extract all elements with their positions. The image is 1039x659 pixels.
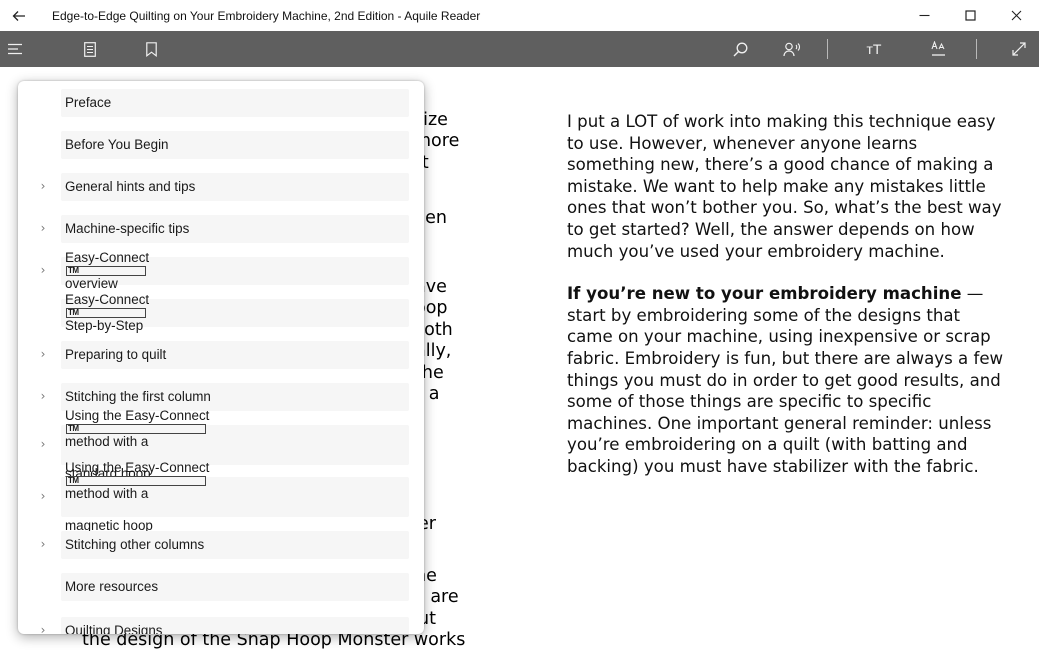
hamburger-menu-icon bbox=[8, 43, 22, 55]
window-controls bbox=[901, 0, 1039, 31]
trademark-mark: TM bbox=[66, 308, 147, 318]
toc-item-general-hints[interactable]: › General hints and tips bbox=[18, 173, 424, 201]
read-aloud-button[interactable] bbox=[778, 31, 806, 67]
back-button[interactable] bbox=[0, 0, 38, 31]
toc-item-label: Using the Easy-Connect bbox=[65, 408, 210, 423]
maximize-button[interactable] bbox=[947, 0, 993, 31]
reader-toolbar: тT bbox=[0, 31, 1039, 67]
close-button[interactable] bbox=[993, 0, 1039, 31]
toc-item-magnetic-hoop[interactable]: › Using the Easy-Connect TM method with am… bbox=[18, 460, 424, 533]
toc-item-label-suffix: method with a bbox=[65, 486, 149, 501]
bookmark-icon bbox=[145, 41, 157, 57]
toc-item-quilting-designs[interactable]: › Quilting Designs bbox=[18, 617, 424, 634]
table-of-contents-panel: Preface Before You Begin › General hints… bbox=[18, 81, 424, 634]
toc-item-label: Easy-Connect bbox=[65, 292, 150, 307]
toc-item-label: Quilting Designs bbox=[65, 623, 163, 634]
toc-item-label-suffix: overview bbox=[65, 276, 118, 291]
chevron-right-icon[interactable]: › bbox=[38, 437, 48, 451]
text-style-button[interactable] bbox=[926, 31, 950, 67]
toc-item-stitching-first-column[interactable]: › Stitching the first column bbox=[18, 383, 424, 411]
toc-item-standard-hoop[interactable]: › Using the Easy-Connect TM method with as… bbox=[18, 408, 424, 481]
trademark-mark: TM bbox=[66, 266, 147, 276]
window-title: Edge-to-Edge Quilting on Your Embroidery… bbox=[52, 8, 481, 23]
bold-lead: If you’re new to your embroidery machine bbox=[567, 284, 962, 304]
toc-item-preface[interactable]: Preface bbox=[18, 89, 424, 117]
chevron-right-icon[interactable]: › bbox=[38, 623, 48, 634]
toc-item-preparing-to-quilt[interactable]: › Preparing to quilt bbox=[18, 341, 424, 369]
fullscreen-icon bbox=[1012, 42, 1026, 56]
toc-item-label: Using the Easy-Connect bbox=[65, 460, 210, 475]
chevron-right-icon[interactable]: › bbox=[38, 389, 48, 403]
chevron-right-icon[interactable]: › bbox=[38, 179, 48, 193]
chevron-right-icon[interactable]: › bbox=[38, 347, 48, 361]
chevron-right-icon[interactable]: › bbox=[38, 263, 48, 277]
paragraph: If you’re new to your embroidery machine… bbox=[567, 283, 1007, 477]
toc-item-easy-connect-step-by-step[interactable]: Easy-Connect TM Step-by-Step bbox=[18, 292, 424, 333]
document-list-icon bbox=[84, 41, 96, 57]
toc-item-more-resources[interactable]: More resources bbox=[18, 573, 424, 601]
toc-item-label: Easy-Connect bbox=[65, 250, 150, 265]
toc-item-label: Stitching the first column bbox=[65, 389, 211, 404]
arrow-left-icon bbox=[12, 10, 25, 21]
toc-item-stitching-other-columns[interactable]: › Stitching other columns bbox=[18, 531, 424, 559]
minimize-button[interactable] bbox=[901, 0, 947, 31]
toc-item-before-you-begin[interactable]: Before You Begin bbox=[18, 131, 424, 159]
toc-toggle-button[interactable] bbox=[0, 31, 30, 67]
chevron-right-icon[interactable]: › bbox=[38, 221, 48, 235]
toc-item-machine-specific[interactable]: › Machine-specific tips bbox=[18, 215, 424, 243]
minimize-icon bbox=[919, 14, 929, 17]
toc-item-easy-connect-overview[interactable]: › Easy-Connect TM overview bbox=[18, 250, 424, 291]
toc-item-label: Stitching other columns bbox=[65, 537, 205, 552]
read-aloud-icon bbox=[783, 42, 801, 56]
toc-item-label: Before You Begin bbox=[65, 137, 169, 152]
toc-item-label-suffix: Step-by-Step bbox=[65, 318, 144, 333]
font-size-button[interactable]: тT bbox=[860, 31, 888, 67]
font-size-label: тT bbox=[866, 41, 882, 57]
paragraph: I put a LOT of work into making this tec… bbox=[567, 112, 1002, 261]
text-style-icon bbox=[930, 41, 945, 56]
paragraph-text: — start by embroidering some of the desi… bbox=[567, 284, 1004, 476]
maximize-icon bbox=[964, 10, 976, 21]
title-bar: Edge-to-Edge Quilting on Your Embroidery… bbox=[0, 0, 1039, 31]
chevron-right-icon[interactable]: › bbox=[38, 537, 48, 551]
search-button[interactable] bbox=[727, 31, 753, 67]
search-icon bbox=[733, 42, 747, 56]
trademark-mark: TM bbox=[66, 424, 207, 434]
toolbar-separator bbox=[976, 39, 977, 59]
toc-item-label: Preparing to quilt bbox=[65, 347, 167, 362]
chevron-right-icon[interactable]: › bbox=[38, 489, 48, 503]
bookmark-button[interactable] bbox=[138, 31, 164, 67]
trademark-mark: TM bbox=[66, 476, 207, 486]
toc-item-label: Preface bbox=[65, 95, 112, 110]
toolbar-separator bbox=[827, 39, 828, 59]
toc-item-label-suffix: method with a bbox=[65, 434, 149, 449]
toc-item-label: Machine-specific tips bbox=[65, 221, 190, 236]
close-icon bbox=[1011, 10, 1021, 21]
toc-item-label: More resources bbox=[65, 579, 159, 594]
document-list-button[interactable] bbox=[76, 31, 104, 67]
right-page: I put a LOT of work into making this tec… bbox=[567, 111, 1007, 499]
toc-item-label: General hints and tips bbox=[65, 179, 196, 194]
fullscreen-button[interactable] bbox=[1006, 31, 1032, 67]
